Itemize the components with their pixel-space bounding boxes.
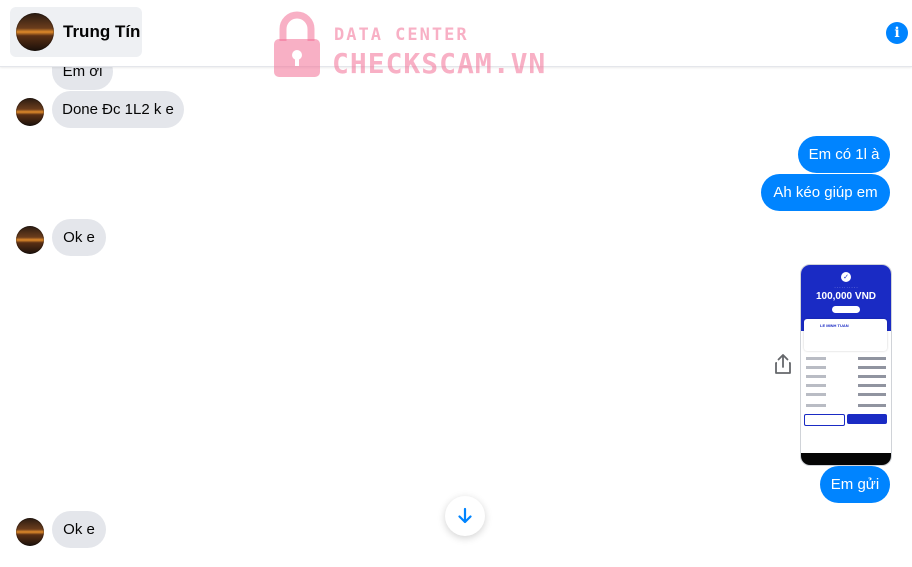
- receipt-row: [806, 393, 886, 396]
- chat-header: Trung Tín i: [0, 0, 912, 67]
- receipt-recipient: LE MINH TUAN: [820, 323, 849, 328]
- contact-avatar: [16, 518, 44, 546]
- receipt-row: [806, 357, 886, 360]
- arrow-down-icon: [458, 507, 472, 524]
- receipt-footer: [801, 453, 891, 465]
- contact-avatar: [16, 226, 44, 254]
- receipt-pill: [832, 306, 860, 313]
- receipt-recipient-card: LE MINH TUAN: [804, 319, 887, 351]
- receipt-image[interactable]: ✓ · · · · · · · · · · 100,000 VND LE MIN…: [800, 264, 892, 466]
- scroll-down-button[interactable]: [445, 496, 485, 536]
- message-bubble-outgoing[interactable]: Em có 1l à: [798, 136, 890, 173]
- contact-name: Trung Tín: [63, 22, 141, 41]
- message-bubble-incoming[interactable]: Done Đc 1L2 k e: [52, 91, 184, 128]
- message-bubble-outgoing[interactable]: Em gửi: [820, 466, 890, 503]
- message-bubble-incoming[interactable]: Ok e: [52, 219, 106, 256]
- contact-avatar: [16, 13, 54, 51]
- receipt-row: [806, 366, 886, 369]
- message-bubble-outgoing[interactable]: Ah kéo giúp em: [761, 174, 890, 211]
- receipt-row: [806, 384, 886, 387]
- receipt-button-secondary: [804, 414, 845, 426]
- receipt-button-primary: [847, 414, 887, 424]
- info-icon[interactable]: i: [886, 22, 908, 44]
- share-icon[interactable]: [773, 353, 793, 375]
- receipt-subtitle: · · · · · · · · · ·: [834, 285, 858, 290]
- receipt-row: [806, 375, 886, 378]
- check-icon: ✓: [841, 272, 851, 282]
- receipt-amount: 100,000 VND: [815, 291, 877, 302]
- contact-button[interactable]: Trung Tín: [10, 7, 142, 57]
- message-bubble-incoming[interactable]: Ok e: [52, 511, 106, 548]
- receipt-row: [806, 404, 886, 407]
- contact-avatar: [16, 98, 44, 126]
